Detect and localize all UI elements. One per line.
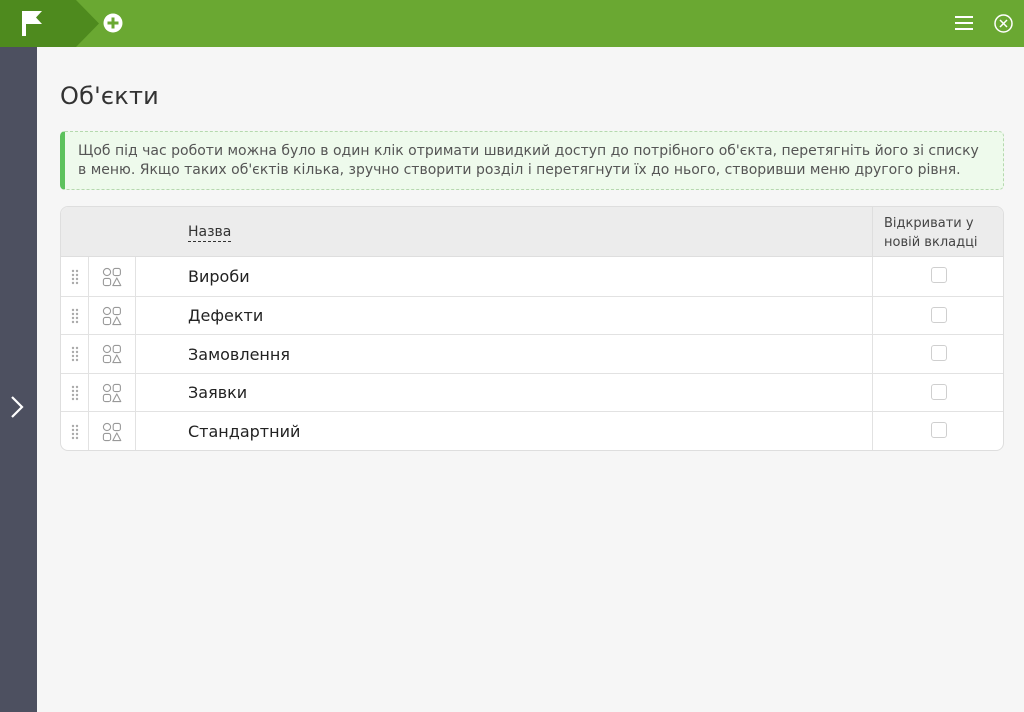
open-new-tab-checkbox[interactable]	[931, 267, 947, 283]
objects-table: Назва Відкривати у новій вкладці Вироби Д…	[60, 206, 1004, 451]
open-new-tab-checkbox[interactable]	[931, 345, 947, 361]
open-new-tab-checkbox[interactable]	[931, 384, 947, 400]
open-new-tab-cell	[872, 297, 1003, 334]
object-type-icon	[89, 297, 136, 334]
flag-logo-icon[interactable]	[0, 0, 100, 47]
row-name[interactable]: Заявки	[188, 374, 247, 411]
table-row[interactable]: Вироби	[61, 257, 1003, 297]
drag-handle-icon[interactable]	[61, 412, 89, 450]
table-header: Назва Відкривати у новій вкладці	[61, 207, 1003, 257]
open-new-tab-cell	[872, 412, 1003, 450]
row-name[interactable]: Замовлення	[188, 335, 290, 373]
drag-handle-icon[interactable]	[61, 297, 89, 334]
object-type-icon	[89, 257, 136, 296]
object-type-icon	[89, 412, 136, 450]
column-header-open-new-tab: Відкривати у новій вкладці	[872, 207, 1003, 257]
table-row[interactable]: Стандартний	[61, 412, 1003, 450]
open-new-tab-cell	[872, 257, 1003, 296]
close-circle-icon[interactable]	[992, 12, 1015, 35]
sidebar	[0, 47, 37, 712]
drag-handle-icon[interactable]	[61, 335, 89, 373]
table-row[interactable]: Заявки	[61, 374, 1003, 412]
open-new-tab-checkbox[interactable]	[931, 422, 947, 438]
object-type-icon	[89, 335, 136, 373]
table-row[interactable]: Дефекти	[61, 297, 1003, 335]
row-name[interactable]: Дефекти	[188, 297, 263, 334]
object-type-icon	[89, 374, 136, 411]
hint-message: Щоб під час роботи можна було в один клі…	[60, 131, 1004, 190]
drag-handle-icon[interactable]	[61, 374, 89, 411]
plus-circle-icon[interactable]	[101, 11, 125, 35]
page-title: Об'єкти	[60, 82, 159, 110]
row-name[interactable]: Стандартний	[188, 412, 300, 450]
table-row[interactable]: Замовлення	[61, 335, 1003, 374]
drag-handle-icon[interactable]	[61, 257, 89, 296]
hamburger-menu-icon[interactable]	[952, 12, 976, 34]
column-header-name[interactable]: Назва	[188, 224, 232, 242]
open-new-tab-checkbox[interactable]	[931, 307, 947, 323]
top-bar	[0, 0, 1024, 47]
row-name[interactable]: Вироби	[188, 257, 250, 296]
chevron-right-icon[interactable]	[5, 393, 29, 421]
open-new-tab-cell	[872, 374, 1003, 411]
open-new-tab-cell	[872, 335, 1003, 373]
